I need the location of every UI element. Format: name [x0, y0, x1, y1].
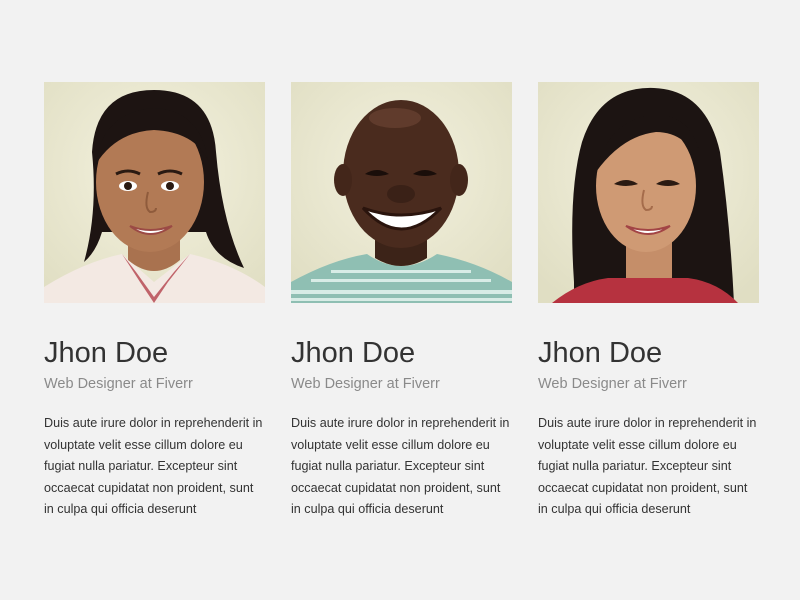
team-member-role: Web Designer at Fiverr [291, 376, 440, 392]
team-member-photo [291, 82, 512, 303]
team-member-card: Jhon Doe Web Designer at Fiverr Duis aut… [44, 82, 265, 521]
team-member-name: Jhon Doe [538, 337, 663, 369]
team-member-name: Jhon Doe [291, 337, 416, 369]
team-member-role: Web Designer at Fiverr [44, 376, 193, 392]
team-member-card: Jhon Doe Web Designer at Fiverr Duis aut… [538, 82, 759, 521]
team-member-photo [44, 82, 265, 303]
team-member-name: Jhon Doe [44, 337, 169, 369]
team-member-role: Web Designer at Fiverr [538, 376, 687, 392]
team-grid: Jhon Doe Web Designer at Fiverr Duis aut… [44, 82, 759, 521]
team-member-card: Jhon Doe Web Designer at Fiverr Duis aut… [291, 82, 512, 521]
team-member-bio: Duis aute irure dolor in reprehenderit i… [291, 416, 510, 517]
team-member-bio: Duis aute irure dolor in reprehenderit i… [44, 416, 263, 517]
team-member-bio: Duis aute irure dolor in reprehenderit i… [538, 416, 757, 517]
team-member-photo [538, 82, 759, 303]
